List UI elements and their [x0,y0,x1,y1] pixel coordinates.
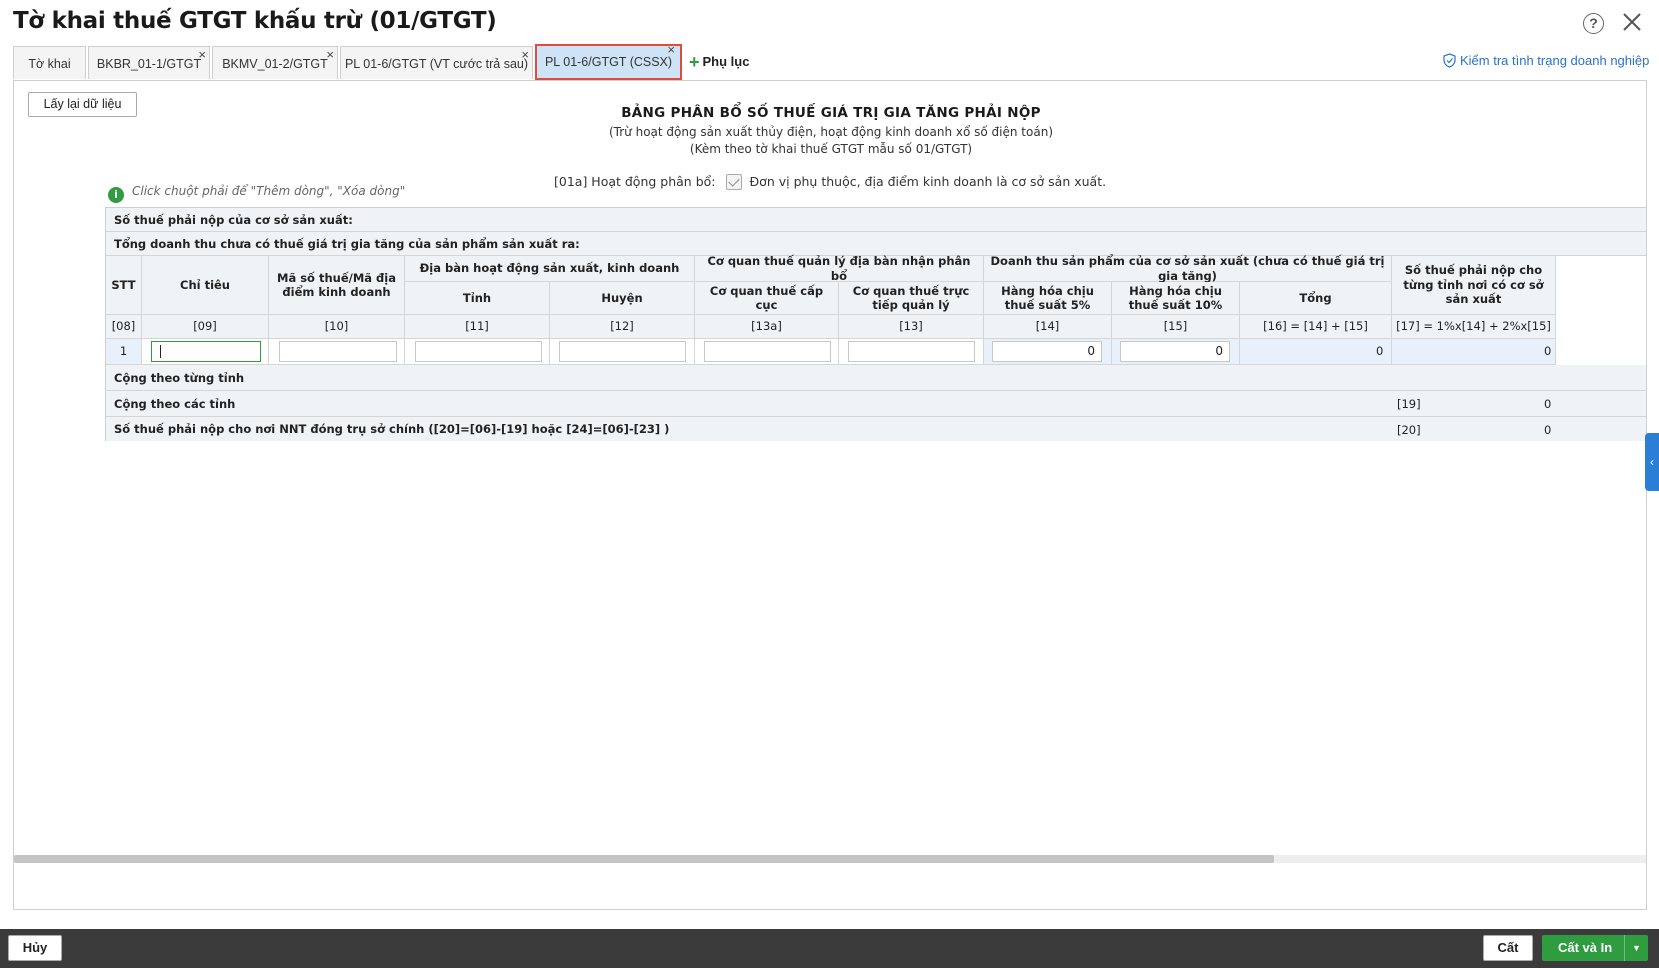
code-cell: [15] [1112,315,1240,339]
tab-close-icon[interactable]: × [667,34,675,66]
tab-pl-vt[interactable]: PL 01-6/GTGT (VT cước trả sau) × [340,46,533,79]
shield-icon [1443,53,1456,68]
col-header-so-thue: Số thuế phải nộp cho từng tỉnh nơi có cơ… [1392,256,1556,315]
col-header-hh10: Hàng hóa chịu thuế suất 10% [1112,282,1240,315]
mst-input[interactable] [279,341,397,362]
allocation-label: [01a] Hoạt động phân bổ: [554,174,716,189]
sum-all-code: [19] [1397,397,1421,411]
col-header-tong: Tổng [1240,282,1392,315]
row-tong-value: 0 [1376,344,1384,358]
tab-label: BKMV_01-2/GTGT [222,57,328,71]
tab-bkbr[interactable]: BKBR_01-1/GTGT × [88,46,210,79]
hint: i Click chuột phải để "Thêm dòng", "Xóa d… [108,184,405,203]
code-cell: [13a] [695,315,839,339]
tab-bar: Tờ khai BKBR_01-1/GTGT × BKMV_01-2/GTGT … [13,42,1649,80]
col-header-doanh-thu: Doanh thu sản phẩm của cơ sở sản xuất (c… [984,254,1392,283]
col-header-mst: Mã số thuế/Mã địa điểm kinh doanh [269,256,405,315]
tinh-input[interactable] [415,341,542,362]
col-header-dia-ban: Địa bàn hoạt động sản xuất, kinh doanh [405,256,695,282]
chevron-down-icon[interactable]: ▼ [1624,935,1648,961]
tab-close-icon[interactable]: × [521,38,529,72]
code-cell: [14] [984,315,1112,339]
add-appendix-label: Phụ lục [702,54,750,69]
form-subtitle-2: (Kèm theo tờ khai thuế GTGT mẫu số 01/GT… [689,142,973,156]
col-header-truc-tiep: Cơ quan thuế trực tiếp quản lý [839,282,984,315]
col-header-chi-tieu: Chỉ tiêu [142,256,269,315]
tab-label: BKBR_01-1/GTGT [96,57,202,71]
form-subtitle-1: (Trừ hoạt động sản xuất thủy điện, hoạt … [609,125,1053,139]
head-office-value: 0 [1544,423,1552,437]
code-cell: [11] [405,315,550,339]
row-stt: 1 [106,339,142,365]
form-panel: Lấy lại dữ liệu BẢNG PHÂN BỔ SỐ THUẾ GIÁ… [13,80,1647,910]
allocation-checkbox[interactable] [725,174,742,190]
code-cell: [13] [839,315,984,339]
col-header-cap-cuc: Cơ quan thuế cấp cục [695,282,839,315]
save-and-print-button[interactable]: Cất và In ▼ [1542,935,1648,961]
tab-bkmv[interactable]: BKMV_01-2/GTGT × [212,46,338,79]
plus-icon: + [689,52,700,72]
allocation-table: Số thuế phải nộp của cơ sở sản xuất: Tổn… [105,207,1646,441]
tab-to-khai[interactable]: Tờ khai [13,46,86,79]
row-tong-cell [1240,339,1392,365]
save-and-print-label: Cất và In [1558,940,1613,955]
code-cell: [12] [550,315,695,339]
form-title: BẢNG PHÂN BỔ SỐ THUẾ GIÁ TRỊ GIA TĂNG PH… [621,105,1041,121]
huyen-input[interactable] [559,341,686,362]
col-header-stt: STT [106,256,142,315]
tab-close-icon[interactable]: × [326,38,334,72]
help-icon[interactable]: ? [1583,13,1604,34]
code-cell: [09] [142,315,269,339]
horizontal-scrollbar[interactable] [14,855,1646,863]
tab-label: Tờ khai [28,57,71,71]
cancel-button[interactable]: Hủy [8,935,62,961]
scrollbar-thumb[interactable] [14,855,1274,863]
code-cell: [16] = [14] + [15] [1240,315,1392,339]
head-office-code: [20] [1397,423,1421,437]
footer-bar: Hủy Cất Cất và In ▼ [0,929,1659,968]
allocation-row: [01a] Hoạt động phân bổ: Đơn vị phụ thuộc… [554,174,1106,190]
close-icon[interactable] [1620,10,1644,34]
hint-text: Click chuột phải để "Thêm dòng", "Xóa dò… [132,184,406,198]
truc-tiep-input[interactable] [848,341,975,362]
code-cell: [10] [269,315,405,339]
section-bar-revenue: Tổng doanh thu chưa có thuế giá trị gia … [106,232,1646,256]
tab-close-icon[interactable]: × [198,38,206,72]
info-icon: i [108,187,124,203]
side-panel-toggle[interactable]: ‹ [1645,433,1659,491]
add-appendix-button[interactable]: + Phụ lục [689,52,749,73]
check-business-status-link[interactable]: Kiểm tra tình trạng doanh nghiệp [1443,53,1649,68]
tab-label: PL 01-6/GTGT (CSSX) [544,55,673,69]
title-bar: Tờ khai thuế GTGT khấu trừ (01/GTGT) ? [0,0,1659,44]
hh5-input[interactable]: 0 [992,341,1102,362]
check-link-label: Kiểm tra tình trạng doanh nghiệp [1460,53,1650,68]
code-cell: [08] [106,315,142,339]
col-header-tinh: Tỉnh [405,282,550,315]
col-header-co-quan: Cơ quan thuế quản lý địa bàn nhận phân b… [695,254,984,283]
row-so-thue-cell [1392,339,1556,365]
tab-pl-cssx[interactable]: PL 01-6/GTGT (CSSX) × [535,42,682,80]
col-header-hh5: Hàng hóa chịu thuế suất 5% [984,282,1112,315]
save-button[interactable]: Cất [1483,935,1533,961]
section-bar-tax-payable: Số thuế phải nộp của cơ sở sản xuất: [106,208,1646,232]
sum-by-province-row: Cộng theo từng tỉnh [106,365,1646,391]
chi-tieu-input[interactable] [151,341,261,362]
allocation-checkbox-label: Đơn vị phụ thuộc, địa điểm kinh doanh là… [749,174,1107,189]
cap-cuc-input[interactable] [704,341,831,362]
code-cell: [17] = 1%x[14] + 2%x[15] [1392,315,1556,339]
tab-label: PL 01-6/GTGT (VT cước trả sau) [344,57,529,71]
sum-all-value: 0 [1544,397,1552,411]
hh10-input[interactable]: 0 [1120,341,1230,362]
col-header-huyen: Huyện [550,282,695,315]
row-so-thue-value: 0 [1544,344,1552,358]
window-title: Tờ khai thuế GTGT khấu trừ (01/GTGT) [13,8,497,34]
